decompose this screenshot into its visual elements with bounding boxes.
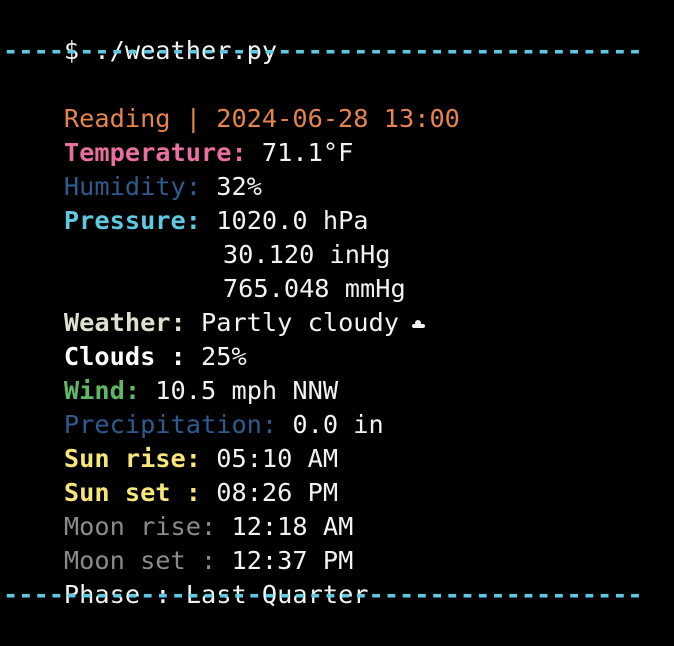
wind-value: 10.5 mph NNW bbox=[140, 376, 339, 405]
top-divider: ----------------------------------------… bbox=[3, 36, 643, 65]
reading-text: Reading | 2024-06-28 13:00 bbox=[63, 104, 460, 133]
weather-label: Weather: bbox=[63, 308, 186, 337]
humidity-value: 32% bbox=[201, 172, 262, 201]
pressure-value-hpa: 1020.0 hPa bbox=[201, 206, 369, 235]
pressure-value-inhg: 30.120 inHg bbox=[222, 240, 391, 269]
temperature-label: Temperature: bbox=[63, 138, 247, 167]
precipitation-label: Precipitation: bbox=[63, 410, 278, 439]
humidity-label: Humidity: bbox=[63, 172, 201, 201]
weather-value: Partly cloudy bbox=[185, 308, 399, 337]
temperature-value: 71.1°F bbox=[246, 138, 354, 167]
cloud-icon bbox=[409, 319, 425, 329]
sun-rise-value: 05:10 AM bbox=[201, 444, 339, 473]
moon-rise-value: 12:18 AM bbox=[216, 512, 354, 541]
pressure-value-mmhg: 765.048 mmHg bbox=[222, 274, 406, 303]
moon-set-label: Moon set : bbox=[63, 546, 217, 575]
sun-rise-label: Sun rise: bbox=[63, 444, 201, 473]
reading-line: Reading | 2024-06-28 13:00 bbox=[3, 68, 671, 133]
pressure-label: Pressure: bbox=[63, 206, 201, 235]
terminal-window: $ ./weather.py -------------------------… bbox=[3, 0, 671, 612]
moon-rise-label: Moon rise: bbox=[63, 512, 217, 541]
command-line: $ ./weather.py bbox=[3, 0, 671, 65]
moon-set-value: 12:37 PM bbox=[216, 546, 354, 575]
sun-set-value: 08:26 PM bbox=[201, 478, 339, 507]
bottom-divider: ----------------------------------------… bbox=[3, 580, 643, 609]
clouds-value: 25% bbox=[185, 342, 247, 371]
wind-label: Wind: bbox=[63, 376, 141, 405]
precipitation-value: 0.0 in bbox=[277, 410, 384, 439]
clouds-label: Clouds : bbox=[63, 342, 186, 371]
sun-set-label: Sun set : bbox=[63, 478, 201, 507]
